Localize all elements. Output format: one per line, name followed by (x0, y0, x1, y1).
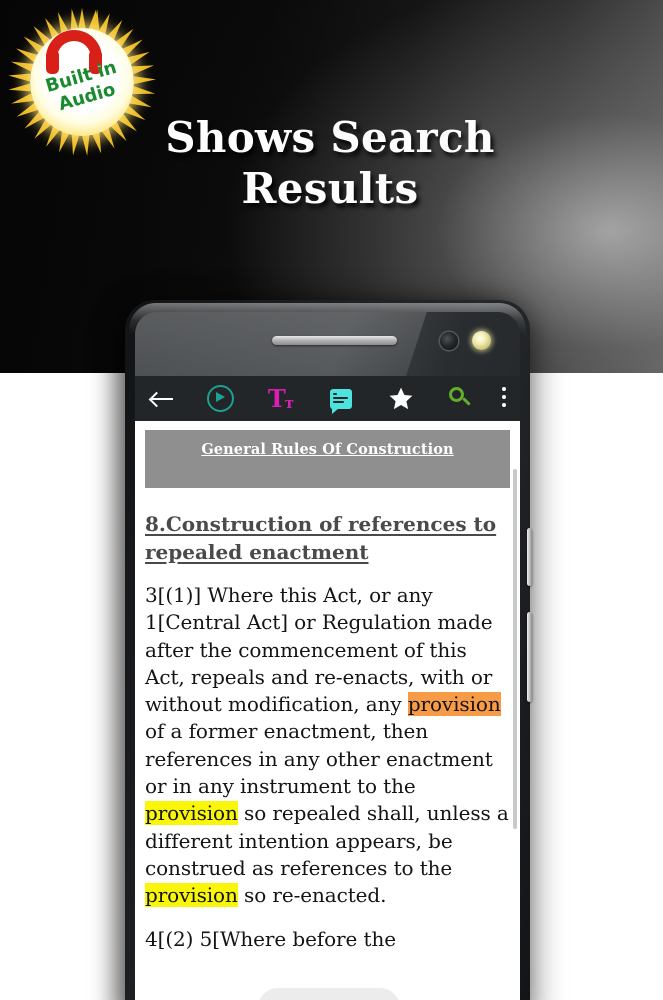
overflow-menu-icon (502, 386, 506, 411)
search-match: provision (145, 801, 238, 826)
section-title: 8.Construction of references to repealed… (145, 512, 497, 564)
app-screen: Tт General Rules Of Construction 8.Const… (135, 376, 520, 1000)
text-size-icon-big: T (267, 383, 286, 413)
play-audio-button[interactable] (189, 376, 251, 421)
promo-screenshot: Built in Audio Shows Search Results T т … (0, 0, 663, 1000)
paragraph-part-4: so re-enacted. (237, 883, 387, 908)
proximity-sensor-icon (472, 331, 491, 350)
chapter-banner: General Rules Of Construction (145, 430, 510, 488)
notes-button[interactable] (311, 376, 371, 421)
text-size-button[interactable]: Tт (251, 376, 311, 421)
text-size-icon-small: т (284, 393, 295, 412)
app-toolbar: Tт (135, 376, 520, 421)
document-paragraph: 3[(1)] Where this Act, or any 1[Central … (145, 582, 510, 910)
document-content[interactable]: General Rules Of Construction 8.Construc… (135, 421, 520, 1000)
matches-toast: Matches: 6 (258, 988, 400, 1000)
search-match-current: provision (407, 692, 501, 717)
document-next-paragraph: 4[(2) 5[Where before the (145, 926, 396, 951)
promo-headline: Shows Search Results (165, 113, 495, 213)
document-scrollbar[interactable] (513, 469, 517, 829)
search-icon (448, 387, 472, 410)
text-size-icon: Tт (267, 383, 295, 413)
play-circle-icon (206, 385, 234, 412)
search-match: provision (145, 883, 238, 908)
earpiece-speaker (272, 336, 397, 345)
overflow-menu-button[interactable] (489, 376, 519, 421)
back-button[interactable] (135, 376, 189, 421)
note-icon (330, 388, 352, 414)
paragraph-part-2: of a former enactment, then references i… (145, 719, 493, 799)
power-button[interactable] (527, 612, 532, 702)
front-camera-icon (440, 332, 458, 350)
volume-rocker-button[interactable] (527, 528, 532, 586)
search-button[interactable] (431, 376, 489, 421)
chapter-banner-title: General Rules Of Construction (201, 441, 454, 458)
star-icon (389, 387, 413, 410)
bookmark-button[interactable] (371, 376, 431, 421)
back-arrow-icon (151, 391, 173, 407)
phone-mockup: Tт General Rules Of Construction 8.Const… (125, 300, 532, 1000)
